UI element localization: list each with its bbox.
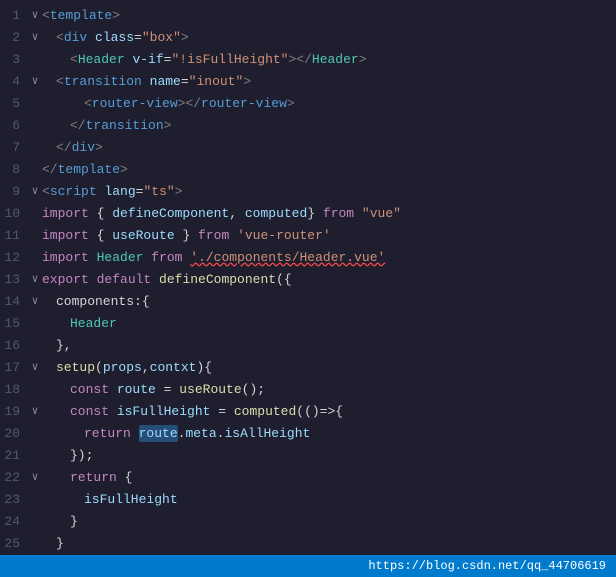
line-number: 18	[0, 382, 28, 397]
line-number: 12	[0, 250, 28, 265]
line-number: 5	[0, 96, 28, 111]
code-line-content: export default defineComponent({	[42, 272, 608, 287]
code-editor: 1∨<template>2∨<div class="box">3 <Header…	[0, 0, 616, 577]
code-line-content: setup(props,contxt){	[42, 360, 608, 375]
fold-arrow[interactable]: ∨	[28, 30, 42, 44]
line-number: 23	[0, 492, 28, 507]
line-number: 19	[0, 404, 28, 419]
fold-arrow[interactable]: ∨	[28, 8, 42, 22]
table-row: 24 }	[0, 510, 616, 532]
line-number: 10	[0, 206, 28, 221]
line-number: 16	[0, 338, 28, 353]
code-line-content: }	[42, 514, 608, 529]
fold-arrow[interactable]: ∨	[28, 272, 42, 286]
table-row: 15 Header	[0, 312, 616, 334]
table-row: 20 return route.meta.isAllHeight	[0, 422, 616, 444]
code-line-content: <template>	[42, 8, 608, 23]
code-line-content: import { defineComponent, computed} from…	[42, 206, 608, 221]
table-row: 11 import { useRoute } from 'vue-router'	[0, 224, 616, 246]
code-line-content: <router-view></router-view>	[42, 96, 608, 111]
code-line-content: <div class="box">	[42, 30, 608, 45]
table-row: 4∨<transition name="inout">	[0, 70, 616, 92]
code-line-content: return {	[42, 470, 608, 485]
router-variable-highlight: route	[139, 425, 178, 442]
code-line-content: Header	[42, 316, 608, 331]
table-row: 17∨setup(props,contxt){	[0, 356, 616, 378]
status-bar: https://blog.csdn.net/qq_44706619	[0, 555, 616, 577]
code-line-content: }	[42, 536, 608, 551]
code-line-content: </template>	[42, 162, 608, 177]
line-number: 1	[0, 8, 28, 23]
table-row: 19∨const isFullHeight = computed(()=>{	[0, 400, 616, 422]
code-line-content: <transition name="inout">	[42, 74, 608, 89]
line-number: 15	[0, 316, 28, 331]
code-line-content: },	[42, 338, 608, 353]
fold-arrow[interactable]: ∨	[28, 294, 42, 308]
table-row: 9∨<script lang="ts">	[0, 180, 616, 202]
table-row: 3 <Header v-if="!isFullHeight"></Header>	[0, 48, 616, 70]
code-area: 1∨<template>2∨<div class="box">3 <Header…	[0, 0, 616, 555]
status-url: https://blog.csdn.net/qq_44706619	[368, 559, 606, 573]
table-row: 21 });	[0, 444, 616, 466]
line-number: 25	[0, 536, 28, 551]
line-number: 9	[0, 184, 28, 199]
router-tag: router	[201, 96, 248, 111]
line-number: 20	[0, 426, 28, 441]
table-row: 22∨return {	[0, 466, 616, 488]
line-number: 6	[0, 118, 28, 133]
table-row: 10 import { defineComponent, computed} f…	[0, 202, 616, 224]
table-row: 2∨<div class="box">	[0, 26, 616, 48]
line-number: 8	[0, 162, 28, 177]
table-row: 12 import Header from './components/Head…	[0, 246, 616, 268]
table-row: 5 <router-view></router-view>	[0, 92, 616, 114]
code-line-content: import Header from './components/Header.…	[42, 250, 608, 265]
code-line-content: components:{	[42, 294, 608, 309]
table-row: 25 }	[0, 532, 616, 554]
line-number: 17	[0, 360, 28, 375]
table-row: 23 isFullHeight	[0, 488, 616, 510]
code-line-content: </div>	[42, 140, 608, 155]
table-row: 1∨<template>	[0, 4, 616, 26]
line-number: 22	[0, 470, 28, 485]
line-number: 4	[0, 74, 28, 89]
fold-arrow[interactable]: ∨	[28, 470, 42, 484]
fold-arrow[interactable]: ∨	[28, 74, 42, 88]
code-line-content: const isFullHeight = computed(()=>{	[42, 404, 608, 419]
line-number: 7	[0, 140, 28, 155]
code-line-content: const route = useRoute();	[42, 382, 608, 397]
code-line-content: <script lang="ts">	[42, 184, 608, 199]
router-tag: router	[92, 96, 139, 111]
line-number: 2	[0, 30, 28, 45]
import-path: './components/Header.vue'	[190, 250, 385, 265]
table-row: 7 </div>	[0, 136, 616, 158]
table-row: 16 },	[0, 334, 616, 356]
fold-arrow[interactable]: ∨	[28, 404, 42, 418]
line-number: 24	[0, 514, 28, 529]
code-line-content: isFullHeight	[42, 492, 608, 507]
table-row: 18 const route = useRoute();	[0, 378, 616, 400]
line-number: 11	[0, 228, 28, 243]
table-row: 8 </template>	[0, 158, 616, 180]
table-row: 14∨components:{	[0, 290, 616, 312]
line-number: 14	[0, 294, 28, 309]
code-line-content: import { useRoute } from 'vue-router'	[42, 228, 608, 243]
code-line-content: <Header v-if="!isFullHeight"></Header>	[42, 52, 608, 67]
code-line-content: });	[42, 448, 608, 463]
fold-arrow[interactable]: ∨	[28, 360, 42, 374]
code-line-content: </transition>	[42, 118, 608, 133]
fold-arrow[interactable]: ∨	[28, 184, 42, 198]
table-row: 13∨export default defineComponent({	[0, 268, 616, 290]
line-number: 13	[0, 272, 28, 287]
line-number: 3	[0, 52, 28, 67]
table-row: 6 </transition>	[0, 114, 616, 136]
line-number: 21	[0, 448, 28, 463]
code-line-content: return route.meta.isAllHeight	[42, 426, 608, 441]
